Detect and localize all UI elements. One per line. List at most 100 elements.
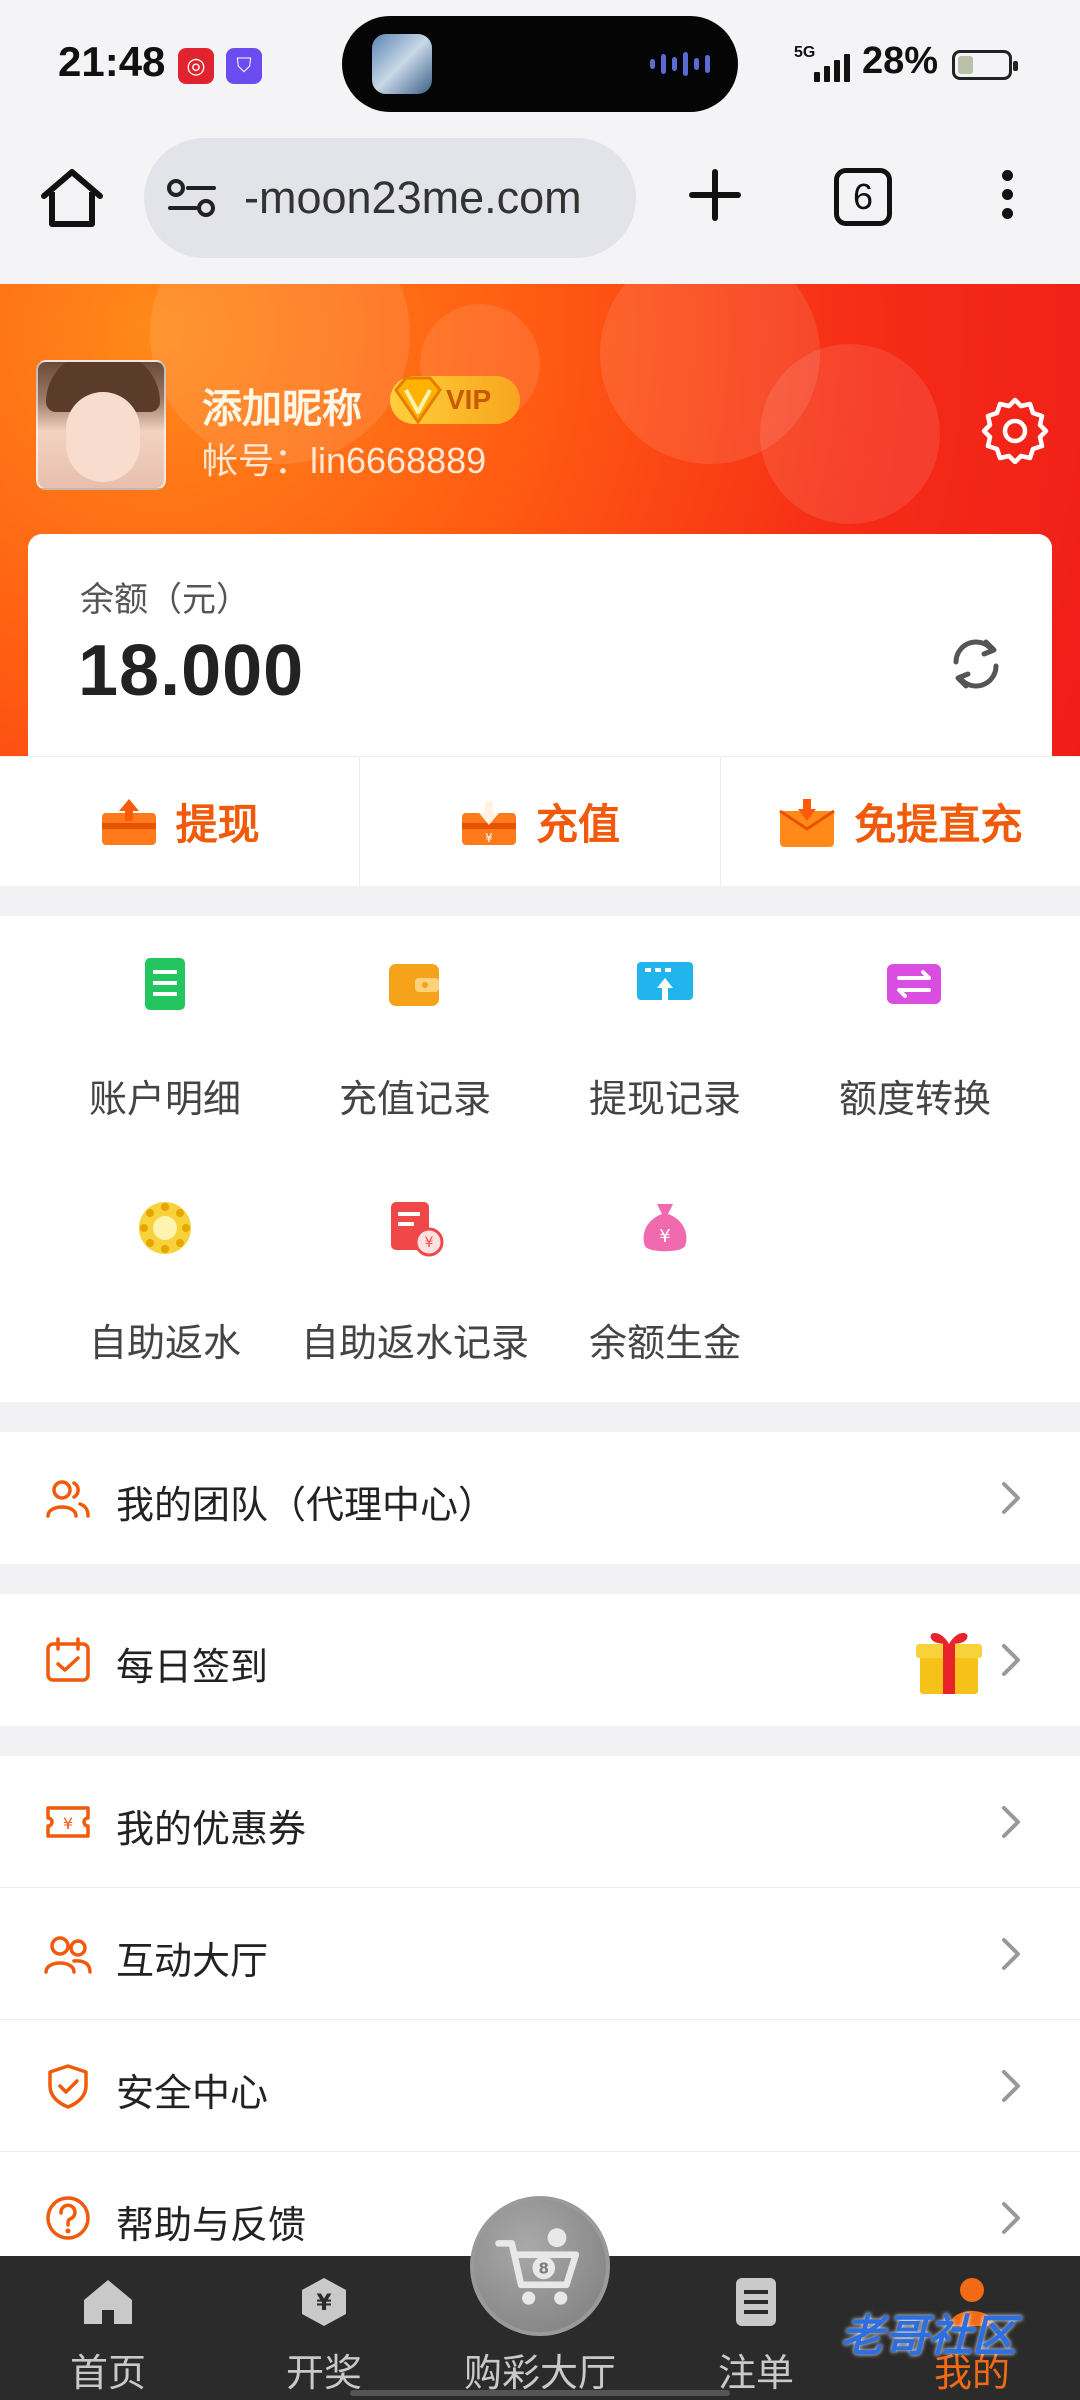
team-icon	[46, 1480, 90, 1518]
chevron-right-icon	[1002, 1806, 1020, 1838]
ledger-icon	[145, 958, 185, 1010]
menu-item-daily-checkin[interactable]: 每日签到	[0, 1594, 1080, 1726]
withdraw-label: 提现	[175, 801, 260, 848]
nav-label: 首页	[69, 2353, 146, 2395]
tab-switcher-button[interactable]: 6	[834, 168, 892, 226]
status-bar: 21:48 ◎ ⛉ 5G 28%	[0, 0, 1080, 130]
grid-label: 账户明细	[88, 1079, 241, 1121]
site-settings-icon[interactable]	[166, 174, 218, 222]
more-menu-icon[interactable]	[990, 170, 1024, 224]
coupon-icon: ¥	[46, 1806, 90, 1838]
svg-text:¥: ¥	[425, 1235, 434, 1251]
grid-label: 余额生金	[588, 1323, 741, 1365]
nav-label: 购彩大厅	[463, 2353, 616, 2395]
wallet-icon	[389, 964, 439, 1006]
audio-wave-icon	[650, 52, 710, 76]
deposit-label: 充值	[535, 801, 620, 848]
menu-item-security-center[interactable]: 安全中心	[0, 2020, 1080, 2152]
chevron-right-icon	[1002, 1644, 1020, 1676]
balance-card: 余额（元） 18.000	[28, 534, 1052, 764]
avatar[interactable]	[36, 360, 166, 490]
album-art-icon	[372, 34, 432, 94]
new-tab-button[interactable]	[680, 160, 750, 230]
order-list-icon	[736, 2278, 776, 2326]
menu-item-interactive-lobby[interactable]: 互动大厅	[0, 1888, 1080, 2020]
nav-orders[interactable]: 注单	[656, 2256, 856, 2400]
netease-music-icon: ◎	[178, 48, 214, 84]
coin-icon	[139, 1202, 191, 1254]
menu-label: 互动大厅	[116, 1941, 269, 1983]
chevron-right-icon	[1002, 1938, 1020, 1970]
direct-deposit-label: 免提直充	[854, 801, 1023, 848]
settings-button[interactable]	[980, 394, 1050, 465]
gear-icon	[981, 397, 1049, 465]
battery-icon	[952, 50, 1018, 80]
menu-item-coupons[interactable]: ¥ 我的优惠券	[0, 1756, 1080, 1888]
direct-deposit-icon	[779, 798, 836, 847]
checkin-section: 每日签到	[0, 1594, 1080, 1726]
network-type: 5G	[794, 44, 816, 61]
calendar-check-icon	[46, 1637, 90, 1682]
money-bag-icon: ¥	[643, 1204, 687, 1252]
menu-label: 安全中心	[116, 2073, 269, 2115]
help-icon	[46, 2196, 90, 2240]
vpn-shield-icon: ⛉	[226, 48, 262, 84]
dynamic-island[interactable]	[342, 16, 738, 112]
address-bar[interactable]: -moon23me.com	[144, 138, 636, 258]
grid-item-deposit-records[interactable]: 充值记录	[280, 916, 550, 1121]
grid-item-self-rebate-records[interactable]: ¥ 自助返水记录	[280, 1160, 550, 1365]
vip-diamond-icon	[394, 376, 442, 425]
shopping-cart-icon: 8	[495, 2228, 580, 2305]
signal-icon	[814, 50, 850, 82]
watermark: 老哥社区	[840, 2312, 1016, 2361]
menu-item-team[interactable]: 我的团队（代理中心）	[0, 1432, 1080, 1564]
chevron-right-icon	[1002, 2202, 1020, 2234]
shield-icon	[48, 2064, 88, 2109]
vip-label: VIP	[446, 384, 492, 415]
quick-actions: 提现 ¥ 充值 免提直充	[0, 756, 1080, 886]
menu-label: 每日签到	[116, 1647, 269, 1689]
users-icon	[44, 1936, 92, 1974]
nav-label: 开奖	[285, 2353, 362, 2395]
direct-deposit-button[interactable]: 免提直充	[721, 757, 1080, 886]
withdraw-button[interactable]: 提现	[0, 757, 361, 886]
grid-item-balance-earn[interactable]: ¥ 余额生金	[530, 1160, 800, 1365]
grid-label: 额度转换	[838, 1079, 991, 1121]
deposit-button[interactable]: ¥ 充值	[360, 757, 721, 886]
chevron-right-icon	[1002, 2070, 1020, 2102]
home-icon	[41, 169, 103, 227]
plus-icon	[689, 169, 741, 221]
clock: 21:48	[58, 38, 166, 85]
withdraw-icon	[101, 798, 156, 845]
grid-label: 自助返水记录	[300, 1323, 529, 1365]
withdraw-card-icon	[637, 962, 693, 1000]
menu-label: 我的团队（代理中心）	[116, 1485, 497, 1527]
nav-home[interactable]: 首页	[8, 2256, 208, 2400]
grid-label: 充值记录	[338, 1079, 491, 1121]
svg-text:¥: ¥	[659, 1226, 670, 1247]
rebate-record-icon: ¥	[391, 1202, 444, 1257]
svg-text:8: 8	[539, 2260, 550, 2278]
deposit-icon: ¥	[461, 800, 516, 845]
menu-label: 我的优惠券	[116, 1809, 307, 1851]
nav-label: 注单	[717, 2353, 794, 2395]
grid-item-withdraw-records[interactable]: 提现记录	[530, 916, 800, 1121]
vip-badge: VIP	[390, 376, 520, 425]
nickname[interactable]: 添加昵称	[202, 376, 362, 434]
grid-item-quota-transfer[interactable]: 额度转换	[780, 916, 1050, 1121]
grid-item-account-details[interactable]: 账户明细	[30, 916, 300, 1121]
grid-item-self-rebate[interactable]: 自助返水	[30, 1160, 300, 1365]
url-text[interactable]: -moon23me.com	[244, 172, 582, 224]
menu-label: 帮助与反馈	[116, 2205, 307, 2247]
home-indicator[interactable]	[350, 2390, 730, 2396]
chevron-right-icon	[1002, 1482, 1020, 1514]
home-button[interactable]	[36, 162, 108, 234]
battery-percent: 28%	[862, 40, 939, 82]
balance-label: 余额（元）	[80, 581, 250, 619]
lottery-cart-button[interactable]: 8	[470, 2196, 610, 2336]
svg-text:¥: ¥	[316, 2291, 332, 2316]
nav-draw-results[interactable]: ¥ 开奖	[224, 2256, 424, 2400]
refresh-balance-button[interactable]	[946, 634, 1006, 694]
svg-text:¥: ¥	[63, 1814, 73, 1833]
gift-icon	[916, 1633, 982, 1694]
